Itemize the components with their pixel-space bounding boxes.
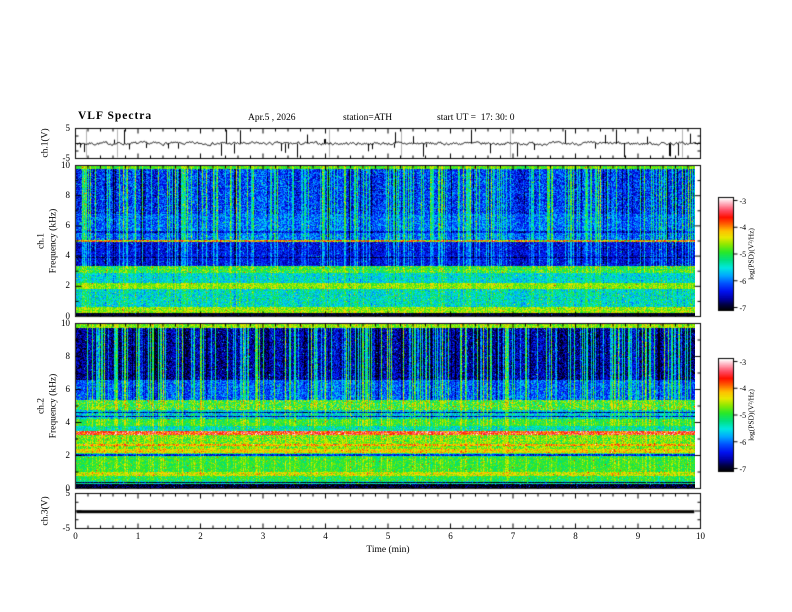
tick-label: 8 xyxy=(573,531,578,541)
tick-label: 8 xyxy=(65,350,71,361)
tick-label: 2 xyxy=(198,531,203,541)
tick-label: -7 xyxy=(739,303,747,313)
tick-label: 3 xyxy=(260,531,266,541)
station-label: station=ATH xyxy=(343,113,393,123)
ch1-spectrogram-canvas xyxy=(76,166,695,316)
tick-label: 4 xyxy=(65,250,71,261)
plot-title: VLF Spectra xyxy=(78,110,153,122)
tick-label: 4 xyxy=(323,531,328,541)
tick-label: -4 xyxy=(739,223,747,233)
ch3-voltage-axis-label: ch.3(V) xyxy=(40,496,51,526)
tick-label: -3 xyxy=(739,357,747,367)
tick-label: -7 xyxy=(739,464,747,474)
tick-label: 4 xyxy=(65,416,71,427)
tick-label: 9 xyxy=(635,531,641,541)
tick-label: 6 xyxy=(448,531,453,541)
tick-label: 7 xyxy=(510,531,516,541)
tick-label: 8 xyxy=(65,189,71,200)
vlf-spectra-figure: VLF Spectra Apr.5 , 2026 station=ATH sta… xyxy=(0,0,792,612)
tick-label: 2 xyxy=(65,449,71,460)
tick-label: 2 xyxy=(65,280,71,291)
ch1-voltage-axis-label: ch.1(V) xyxy=(40,128,51,158)
tick-label: 10 xyxy=(61,159,70,170)
tick-label: -6 xyxy=(739,276,747,286)
start-ut-label: start UT = 17: 30: 0 xyxy=(437,113,515,123)
tick-label: 10 xyxy=(61,317,70,328)
tick-label: 6 xyxy=(65,219,71,230)
tick-label: 10 xyxy=(696,531,705,541)
tick-label: 5 xyxy=(65,487,71,498)
date-label: Apr.5 , 2026 xyxy=(248,113,296,123)
tick-label: -6 xyxy=(739,437,747,447)
ch2-spectrogram-canvas xyxy=(76,324,695,488)
time-axis-label: Time (min) xyxy=(366,545,410,555)
ch1-spectrogram-axis-label-line2: Frequency (kHz) xyxy=(48,208,59,274)
ch1-spectrogram-axis-label-line1: ch.1 xyxy=(36,232,47,250)
tick-label: -5 xyxy=(739,250,747,259)
tick-label: 5 xyxy=(385,531,391,541)
tick-label: -4 xyxy=(739,384,747,394)
tick-label: -5 xyxy=(739,411,747,420)
tick-label: 1 xyxy=(135,531,141,541)
tick-label: -5 xyxy=(62,522,71,533)
tick-label: -3 xyxy=(739,196,747,206)
ch2-spectrogram-axis-label-line1: ch.2 xyxy=(36,397,47,415)
tick-label: 5 xyxy=(65,122,71,133)
tick-label: 6 xyxy=(65,383,71,394)
